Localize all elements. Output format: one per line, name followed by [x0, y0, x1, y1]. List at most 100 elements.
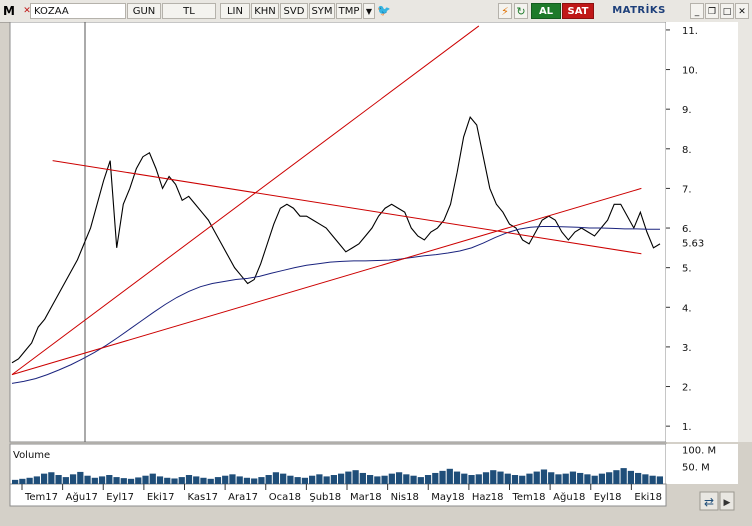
volume-bar — [287, 475, 294, 484]
volume-bar — [62, 477, 69, 484]
y-tick-label: 8. — [682, 145, 692, 156]
volume-bar — [127, 478, 135, 484]
sell-button[interactable]: SAT — [562, 3, 594, 19]
twitter-icon[interactable]: 🐦 — [377, 3, 391, 19]
x-tick-label: Ağu18 — [553, 491, 585, 503]
volume-bar — [352, 470, 359, 484]
y-tick-label: 1. — [682, 422, 692, 433]
volume-bar — [642, 474, 649, 484]
volume-bar — [432, 472, 439, 484]
volume-bar — [490, 470, 497, 484]
volume-bar — [446, 468, 453, 484]
scale-button[interactable]: LIN — [220, 3, 250, 19]
close-icon[interactable]: ✕ — [735, 3, 749, 19]
refresh-icon[interactable]: ↻ — [514, 3, 528, 19]
x-tick-label: Eki18 — [634, 492, 662, 503]
volume-bar — [280, 473, 287, 484]
chart-svg: 100. M 50. M Tem17 Ağu17 Eyl17 Eki17 Kas17 Ara… — [9, 21, 752, 511]
volume-bar — [258, 477, 265, 484]
y-tick-label: 5. — [682, 264, 692, 275]
volume-bar — [366, 475, 374, 484]
x-tick-label: Tem18 — [512, 492, 546, 503]
volume-bar — [424, 475, 432, 484]
volume-bar — [606, 472, 613, 484]
lightning-icon[interactable]: ⚡ — [498, 3, 512, 19]
y-tick-label: 2. — [682, 383, 692, 394]
price-plot-area[interactable] — [9, 21, 667, 443]
svd-button[interactable]: SVD — [280, 3, 308, 19]
x-tick-label: Mar18 — [350, 492, 382, 503]
volume-bar — [497, 471, 504, 484]
x-tick-label: Eyl18 — [594, 492, 622, 503]
volume-bar — [584, 474, 591, 484]
volume-bar — [591, 475, 598, 484]
volume-bar — [251, 478, 258, 484]
volume-bar — [113, 477, 120, 484]
volume-bar — [519, 475, 526, 484]
x-tick-label: Şub18 — [309, 492, 341, 503]
volume-bar — [526, 473, 533, 484]
volume-bar — [185, 475, 193, 484]
volume-bar — [207, 478, 214, 484]
x-tick-label: Ara17 — [228, 492, 258, 503]
volume-bar — [55, 475, 62, 484]
volume-bar — [48, 472, 55, 484]
dropdown-arrow-icon[interactable]: ▼ — [363, 3, 375, 19]
vertical-scrollbar[interactable] — [738, 22, 752, 442]
volume-bar — [417, 477, 424, 484]
buy-button[interactable]: AL — [531, 3, 561, 19]
x-tick-label: Oca18 — [269, 492, 301, 503]
volume-bar — [395, 472, 403, 484]
volume-bar — [504, 473, 511, 484]
volume-bar — [461, 473, 468, 484]
volume-bar — [374, 476, 381, 484]
volume-bar — [330, 475, 337, 484]
khn-button[interactable]: KHN — [251, 3, 279, 19]
volume-bar — [164, 477, 171, 484]
volume-bar — [229, 474, 236, 484]
minimize-icon[interactable]: _ — [690, 3, 704, 19]
volume-bar — [475, 474, 482, 484]
currency-button[interactable]: TL — [162, 3, 216, 19]
period-button[interactable]: GUN — [127, 3, 161, 19]
volume-bar — [620, 468, 627, 484]
volume-bar — [511, 475, 519, 484]
volume-bar — [562, 473, 569, 484]
tmp-button[interactable]: TMP — [336, 3, 362, 19]
y-tick-label: 7. — [682, 184, 692, 195]
volume-bar — [84, 475, 91, 484]
volume-bar — [236, 476, 243, 484]
volume-bar — [482, 472, 490, 484]
sync-icon: ⇄ — [704, 495, 714, 509]
volume-bar — [635, 472, 642, 484]
maximize-icon[interactable]: □ — [720, 3, 734, 19]
volume-bar — [106, 475, 113, 484]
volume-bar — [381, 475, 388, 484]
volume-bar — [540, 469, 548, 484]
y-tick-label: 6. — [682, 224, 692, 235]
y-tick-label: 3. — [682, 343, 692, 354]
volume-bar — [19, 478, 26, 484]
volume-title: Volume — [13, 450, 50, 461]
x-tick-label: Nis18 — [391, 492, 419, 503]
volume-bar — [193, 476, 200, 484]
volume-bar — [649, 475, 656, 484]
volume-bar — [598, 473, 606, 484]
x-tick-label: Eyl17 — [106, 492, 134, 503]
volume-bar — [359, 472, 366, 484]
volume-bar — [156, 476, 164, 484]
volume-bar — [577, 472, 584, 484]
sym-button[interactable]: SYM — [309, 3, 335, 19]
volume-bar — [555, 474, 562, 484]
restore-icon[interactable]: ❐ — [705, 3, 719, 19]
last-value-label: 5.63 — [682, 239, 704, 250]
volume-bar — [627, 470, 635, 484]
menu-button[interactable]: M — [2, 3, 16, 19]
volume-bar — [656, 476, 663, 484]
arrow-right-icon: ▶ — [724, 498, 731, 508]
volume-bar — [98, 476, 106, 484]
y-tick-label: 4. — [682, 303, 692, 314]
volume-y-tick-label: 100. M — [682, 445, 716, 456]
symbol-field[interactable]: KOZAA — [30, 3, 126, 19]
y-tick-label: 9. — [682, 105, 692, 116]
